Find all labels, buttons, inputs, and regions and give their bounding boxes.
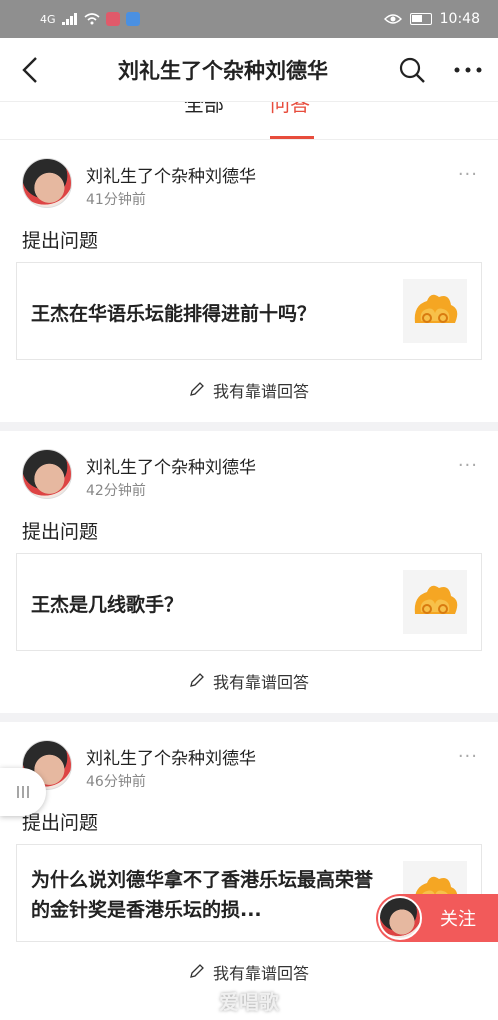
question-text: 王杰是几线歌手？ bbox=[31, 594, 184, 616]
post-card: 刘礼生了个杂种刘德华 41分钟前 ··· 提出问题 王杰在华语乐坛能排得进前十吗… bbox=[0, 140, 498, 422]
post-time: 42分钟前 bbox=[86, 483, 146, 499]
tab-bar: 全部 问答 bbox=[0, 102, 498, 140]
active-tab-indicator bbox=[270, 136, 314, 139]
answer-button[interactable]: 我有靠谱回答 bbox=[0, 378, 498, 402]
search-button[interactable] bbox=[386, 38, 438, 102]
question-box[interactable]: 王杰在华语乐坛能排得进前十吗？ bbox=[16, 262, 482, 360]
card-more-icon[interactable]: ··· bbox=[458, 164, 478, 185]
post-card: 刘礼生了个杂种刘德华 46分钟前 ··· 提出问题 为什么说刘德华拿不了香港乐坛… bbox=[0, 722, 498, 1004]
pen-icon bbox=[189, 963, 205, 983]
question-text: 王杰在华语乐坛能排得进前十吗？ bbox=[31, 303, 317, 325]
answer-button[interactable]: 我有靠谱回答 bbox=[0, 669, 498, 693]
signal-icon bbox=[61, 13, 77, 25]
more-button[interactable] bbox=[438, 38, 498, 102]
author-name[interactable]: 刘礼生了个杂种刘德华 bbox=[86, 744, 256, 769]
pen-icon bbox=[189, 381, 205, 401]
nav-bar: 刘礼生了个杂种刘德华 bbox=[0, 38, 498, 102]
answer-label: 我有靠谱回答 bbox=[212, 382, 309, 401]
divider bbox=[0, 422, 498, 431]
back-button[interactable] bbox=[0, 38, 60, 102]
post-action: 提出问题 bbox=[22, 230, 99, 252]
signal-indicator: 4G bbox=[40, 12, 56, 26]
tab-qa[interactable]: 问答 bbox=[270, 102, 310, 117]
avatar[interactable] bbox=[22, 449, 72, 499]
follow-avatar bbox=[378, 896, 422, 940]
post-time: 41分钟前 bbox=[86, 192, 146, 208]
post-card: 刘礼生了个杂种刘德华 42分钟前 ··· 提出问题 王杰是几线歌手？ 我有靠谱回… bbox=[0, 431, 498, 713]
card-more-icon[interactable]: ··· bbox=[458, 746, 478, 767]
question-text: 为什么说刘德华拿不了香港乐坛最高荣誉的金针奖是香港乐坛的损... bbox=[31, 869, 374, 921]
feed: 刘礼生了个杂种刘德华 41分钟前 ··· 提出问题 王杰在华语乐坛能排得进前十吗… bbox=[0, 140, 498, 1004]
answer-label: 我有靠谱回答 bbox=[212, 964, 309, 983]
battery-icon bbox=[409, 13, 432, 25]
search-icon bbox=[399, 57, 425, 83]
qa-thumbnail-icon bbox=[403, 570, 467, 634]
card-more-icon[interactable]: ··· bbox=[458, 455, 478, 476]
clock: 10:48 bbox=[439, 11, 480, 27]
app-notification-icon bbox=[105, 12, 120, 26]
back-arrow-icon bbox=[22, 56, 37, 83]
more-icon bbox=[454, 67, 482, 72]
qa-thumbnail-icon bbox=[403, 279, 467, 343]
divider bbox=[0, 713, 498, 722]
app-notification-icon-2 bbox=[125, 12, 140, 26]
page-title: 刘礼生了个杂种刘德华 bbox=[118, 58, 328, 83]
wifi-icon bbox=[84, 13, 100, 25]
pen-icon bbox=[189, 672, 205, 692]
question-box[interactable]: 王杰是几线歌手？ bbox=[16, 553, 482, 651]
status-bar: 4G 10:48 bbox=[0, 0, 498, 38]
follow-label: 关注 bbox=[440, 909, 476, 930]
post-time: 46分钟前 bbox=[86, 774, 146, 790]
author-name[interactable]: 刘礼生了个杂种刘德华 bbox=[86, 453, 256, 478]
side-drawer-handle[interactable] bbox=[0, 768, 46, 816]
follow-button[interactable]: 关注 bbox=[376, 894, 498, 942]
tab-all[interactable]: 全部 bbox=[184, 102, 224, 117]
answer-label: 我有靠谱回答 bbox=[212, 673, 309, 692]
author-name[interactable]: 刘礼生了个杂种刘德华 bbox=[86, 162, 256, 187]
handle-lines-icon bbox=[17, 786, 29, 798]
post-action: 提出问题 bbox=[22, 521, 99, 543]
eye-comfort-icon bbox=[383, 14, 402, 24]
avatar[interactable] bbox=[22, 158, 72, 208]
answer-button[interactable]: 我有靠谱回答 bbox=[0, 960, 498, 984]
watermark: 爱唱歌 bbox=[219, 990, 279, 1014]
